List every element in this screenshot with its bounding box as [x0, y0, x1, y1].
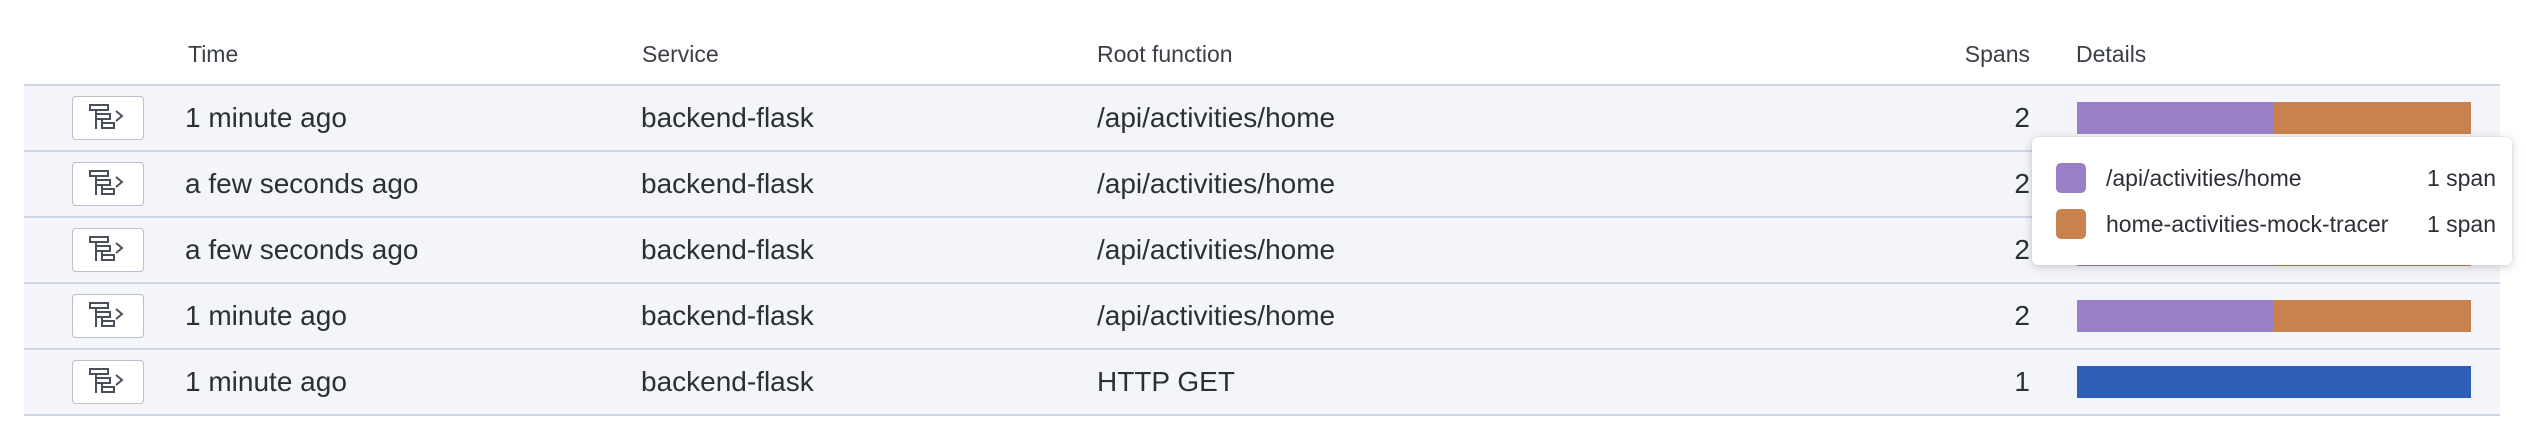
row-root-function: /api/activities/home — [1097, 300, 1336, 331]
row-span-count: 2 — [2014, 234, 2030, 265]
row-time: 1 minute ago — [185, 102, 347, 133]
row-service: backend-flask — [641, 168, 814, 199]
row-action-cell — [72, 86, 144, 150]
view-trace-button[interactable] — [72, 162, 144, 206]
row-details — [2077, 350, 2471, 414]
table-header: Time Service Root function Spans Details — [24, 0, 2500, 84]
table-row[interactable]: 1 minute ago backend-flask/api/activities… — [24, 284, 2500, 350]
tooltip-item-count: 1 span — [2426, 210, 2496, 237]
span-segment — [2274, 102, 2471, 134]
trace-view-icon — [88, 235, 128, 265]
row-action-cell — [72, 284, 144, 348]
column-header-service[interactable]: Service — [642, 40, 719, 68]
span-breakdown-tooltip: /api/activities/home 1 span home-activit… — [2032, 137, 2512, 265]
tooltip-item: /api/activities/home 1 span — [2056, 161, 2496, 195]
row-time: a few seconds ago — [185, 234, 419, 265]
table-row[interactable]: 1 minute ago backend-flask HTTP GET 1 — [24, 350, 2500, 416]
row-time: 1 minute ago — [185, 366, 347, 397]
row-service: backend-flask — [641, 234, 814, 265]
column-header-time[interactable]: Time — [188, 40, 238, 68]
row-service: backend-flask — [641, 366, 814, 397]
view-trace-button[interactable] — [72, 294, 144, 338]
span-breakdown-bar[interactable] — [2077, 102, 2471, 134]
row-span-count: 2 — [2014, 168, 2030, 199]
row-span-count: 2 — [2014, 300, 2030, 331]
tooltip-item-name: home-activities-mock-tracer — [2106, 210, 2389, 237]
column-header-spans[interactable]: Spans — [1944, 40, 2030, 68]
tooltip-color-swatch — [2056, 163, 2086, 193]
row-time: 1 minute ago — [185, 300, 347, 331]
column-header-details: Details — [2076, 41, 2147, 67]
row-root-function: HTTP GET — [1097, 366, 1235, 397]
trace-view-icon — [88, 169, 128, 199]
row-time: a few seconds ago — [185, 168, 419, 199]
span-segment — [2077, 102, 2274, 134]
column-header-root-function[interactable]: Root function — [1097, 40, 1233, 68]
row-action-cell — [72, 152, 144, 216]
tooltip-color-swatch — [2056, 209, 2086, 239]
tooltip-item: home-activities-mock-tracer 1 span — [2056, 207, 2496, 241]
span-segment — [2274, 300, 2471, 332]
trace-view-icon — [88, 103, 128, 133]
span-breakdown-bar[interactable] — [2077, 300, 2471, 332]
row-service: backend-flask — [641, 102, 814, 133]
span-breakdown-bar[interactable] — [2077, 366, 2471, 398]
row-root-function: /api/activities/home — [1097, 234, 1336, 265]
row-span-count: 1 — [2014, 366, 2030, 397]
row-action-cell — [72, 350, 144, 414]
row-root-function: /api/activities/home — [1097, 102, 1336, 133]
tooltip-item-name: /api/activities/home — [2106, 164, 2302, 191]
trace-view-icon — [88, 301, 128, 331]
view-trace-button[interactable] — [72, 360, 144, 404]
row-service: backend-flask — [641, 300, 814, 331]
span-segment — [2077, 300, 2274, 332]
view-trace-button[interactable] — [72, 96, 144, 140]
tooltip-item-count: 1 span — [2426, 164, 2496, 191]
row-details — [2077, 284, 2471, 348]
span-segment — [2077, 366, 2471, 398]
trace-view-icon — [88, 367, 128, 397]
row-span-count: 2 — [2014, 102, 2030, 133]
row-action-cell — [72, 218, 144, 282]
row-root-function: /api/activities/home — [1097, 168, 1336, 199]
view-trace-button[interactable] — [72, 228, 144, 272]
